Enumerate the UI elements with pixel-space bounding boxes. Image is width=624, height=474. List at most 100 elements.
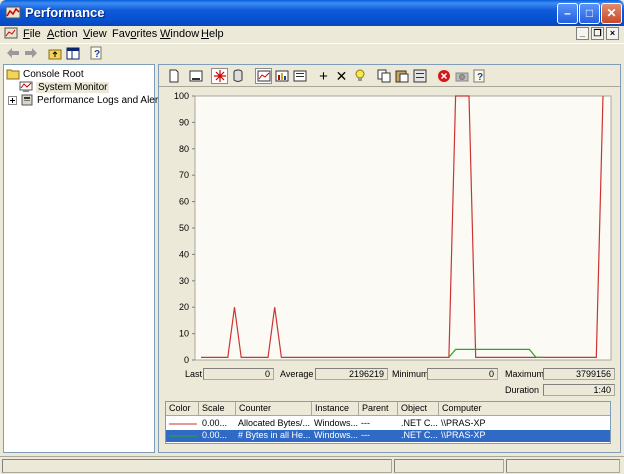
counter-object: .NET C... xyxy=(401,418,438,428)
update-data-button[interactable] xyxy=(453,68,470,84)
mdi-minimize-button[interactable]: _ xyxy=(576,27,589,40)
column-header-counter[interactable]: Counter xyxy=(236,402,312,416)
plus-icon: + xyxy=(319,67,328,85)
mdi-restore-button[interactable]: ❐ xyxy=(591,27,604,40)
view-graph-button[interactable] xyxy=(255,68,272,84)
tree-item-system-monitor-label: System Monitor xyxy=(36,81,110,93)
system-monitor-pane: + ✕ ? 0 10 20 30 40 50 60 70 80 90 100 Last 0 Aver… xyxy=(158,64,621,453)
up-level-button[interactable] xyxy=(46,45,64,61)
lightbulb-icon xyxy=(355,69,364,81)
menu-file[interactable]: File xyxy=(23,28,41,40)
new-counter-set-button[interactable] xyxy=(165,68,182,84)
status-section-main xyxy=(2,459,392,473)
minimize-button[interactable]: – xyxy=(557,3,578,24)
forward-arrow-icon xyxy=(25,48,37,58)
copy-icon xyxy=(377,69,390,83)
window-title: Performance xyxy=(25,5,105,20)
mdi-close-button[interactable]: × xyxy=(606,27,619,40)
delete-counter-button[interactable]: ✕ xyxy=(333,68,350,84)
view-report-button[interactable] xyxy=(291,68,308,84)
menu-action[interactable]: Action xyxy=(47,28,78,40)
paste-counter-list-button[interactable] xyxy=(393,68,410,84)
column-header-object[interactable]: Object xyxy=(398,402,439,416)
system-monitor-icon xyxy=(19,81,33,92)
y-tick-label: 20 xyxy=(179,302,189,312)
console-tree-icon xyxy=(66,47,80,59)
menu-favorites[interactable]: Favorites xyxy=(112,28,157,40)
stop-icon xyxy=(437,70,450,82)
report-icon xyxy=(293,70,306,81)
show-hide-tree-button[interactable] xyxy=(64,45,82,61)
x-delete-icon: ✕ xyxy=(335,67,348,84)
counter-name: # Bytes in all He... xyxy=(238,430,311,440)
color-swatch xyxy=(169,423,197,425)
plot-area xyxy=(194,95,612,361)
counter-parent: --- xyxy=(361,430,370,440)
column-header-color[interactable]: Color xyxy=(166,402,199,416)
help-icon: ? xyxy=(90,46,102,60)
menu-help[interactable]: Help xyxy=(201,28,224,40)
clear-display-button[interactable] xyxy=(187,68,204,84)
counter-row-selected[interactable]: 0.00... # Bytes in all He... Windows... … xyxy=(166,430,610,442)
column-header-instance[interactable]: Instance xyxy=(312,402,359,416)
counter-row[interactable]: 0.00... Allocated Bytes/... Windows... -… xyxy=(166,418,610,430)
tree-item-perf-logs-label: Performance Logs and Alerts xyxy=(37,94,166,106)
tree-item-perf-logs[interactable]: Performance Logs and Alerts xyxy=(8,93,166,107)
y-tick-label: 60 xyxy=(179,197,189,207)
performance-chart: 0 10 20 30 40 50 60 70 80 90 100 xyxy=(174,91,612,365)
stat-last-value: 0 xyxy=(203,368,274,380)
sysmon-help-button[interactable]: ? xyxy=(471,68,488,84)
counter-instance: Windows... xyxy=(314,418,359,428)
stat-minimum-value: 0 xyxy=(427,368,498,380)
tree-item-system-monitor[interactable]: System Monitor xyxy=(19,80,110,94)
highlight-button[interactable] xyxy=(351,68,368,84)
back-button[interactable] xyxy=(4,45,22,61)
close-button[interactable]: ✕ xyxy=(601,3,622,24)
counter-scale: 0.00... xyxy=(202,418,228,428)
copy-properties-button[interactable] xyxy=(375,68,392,84)
database-icon xyxy=(233,69,242,82)
folder-up-icon xyxy=(48,49,62,59)
view-current-activity-button[interactable] xyxy=(211,68,228,84)
y-tick-label: 90 xyxy=(179,117,189,127)
counter-list: Color Scale Counter Instance Parent Obje… xyxy=(165,401,611,444)
counter-computer: \\PRAS-XP xyxy=(441,430,486,440)
counter-instance: Windows... xyxy=(314,430,359,440)
counter-parent: --- xyxy=(361,418,370,428)
performance-app-icon xyxy=(5,6,21,19)
main-toolbar: ? xyxy=(0,43,624,62)
freeze-display-button[interactable] xyxy=(435,68,452,84)
help-icon: ? xyxy=(473,69,484,83)
add-counter-button[interactable]: + xyxy=(315,67,332,85)
view-histogram-button[interactable] xyxy=(273,68,290,84)
column-header-computer[interactable]: Computer xyxy=(439,402,610,416)
column-header-scale[interactable]: Scale xyxy=(199,402,236,416)
help-toolbar-button[interactable]: ? xyxy=(88,45,106,61)
title-bar: Performance – □ ✕ xyxy=(0,0,624,26)
tree-root[interactable]: Console Root xyxy=(6,67,84,81)
menu-view[interactable]: View xyxy=(83,28,107,40)
maximize-button[interactable]: □ xyxy=(579,3,600,24)
graph-view-icon xyxy=(257,70,270,81)
tree-root-label: Console Root xyxy=(23,68,84,80)
properties-button[interactable] xyxy=(411,68,428,84)
expand-plus-icon[interactable] xyxy=(8,95,17,105)
y-tick-label: 100 xyxy=(174,91,189,101)
svg-text:?: ? xyxy=(477,72,483,83)
column-header-parent[interactable]: Parent xyxy=(359,402,398,416)
folder-icon xyxy=(6,69,20,80)
view-log-data-button[interactable] xyxy=(229,68,246,84)
y-tick-label: 50 xyxy=(179,223,189,233)
y-tick-label: 80 xyxy=(179,144,189,154)
console-tree: Console Root System Monitor Performance … xyxy=(3,64,166,453)
stat-maximum-label: Maximum xyxy=(505,369,545,379)
properties-icon xyxy=(413,69,426,83)
forward-button[interactable] xyxy=(22,45,40,61)
console-menu-icon[interactable] xyxy=(4,27,18,41)
color-swatch xyxy=(169,435,197,437)
stat-minimum-label: Minimum xyxy=(392,369,429,379)
performance-logs-icon xyxy=(21,94,33,106)
menu-window[interactable]: Window xyxy=(160,28,199,40)
status-section-2 xyxy=(394,459,504,473)
histogram-icon xyxy=(275,70,288,81)
